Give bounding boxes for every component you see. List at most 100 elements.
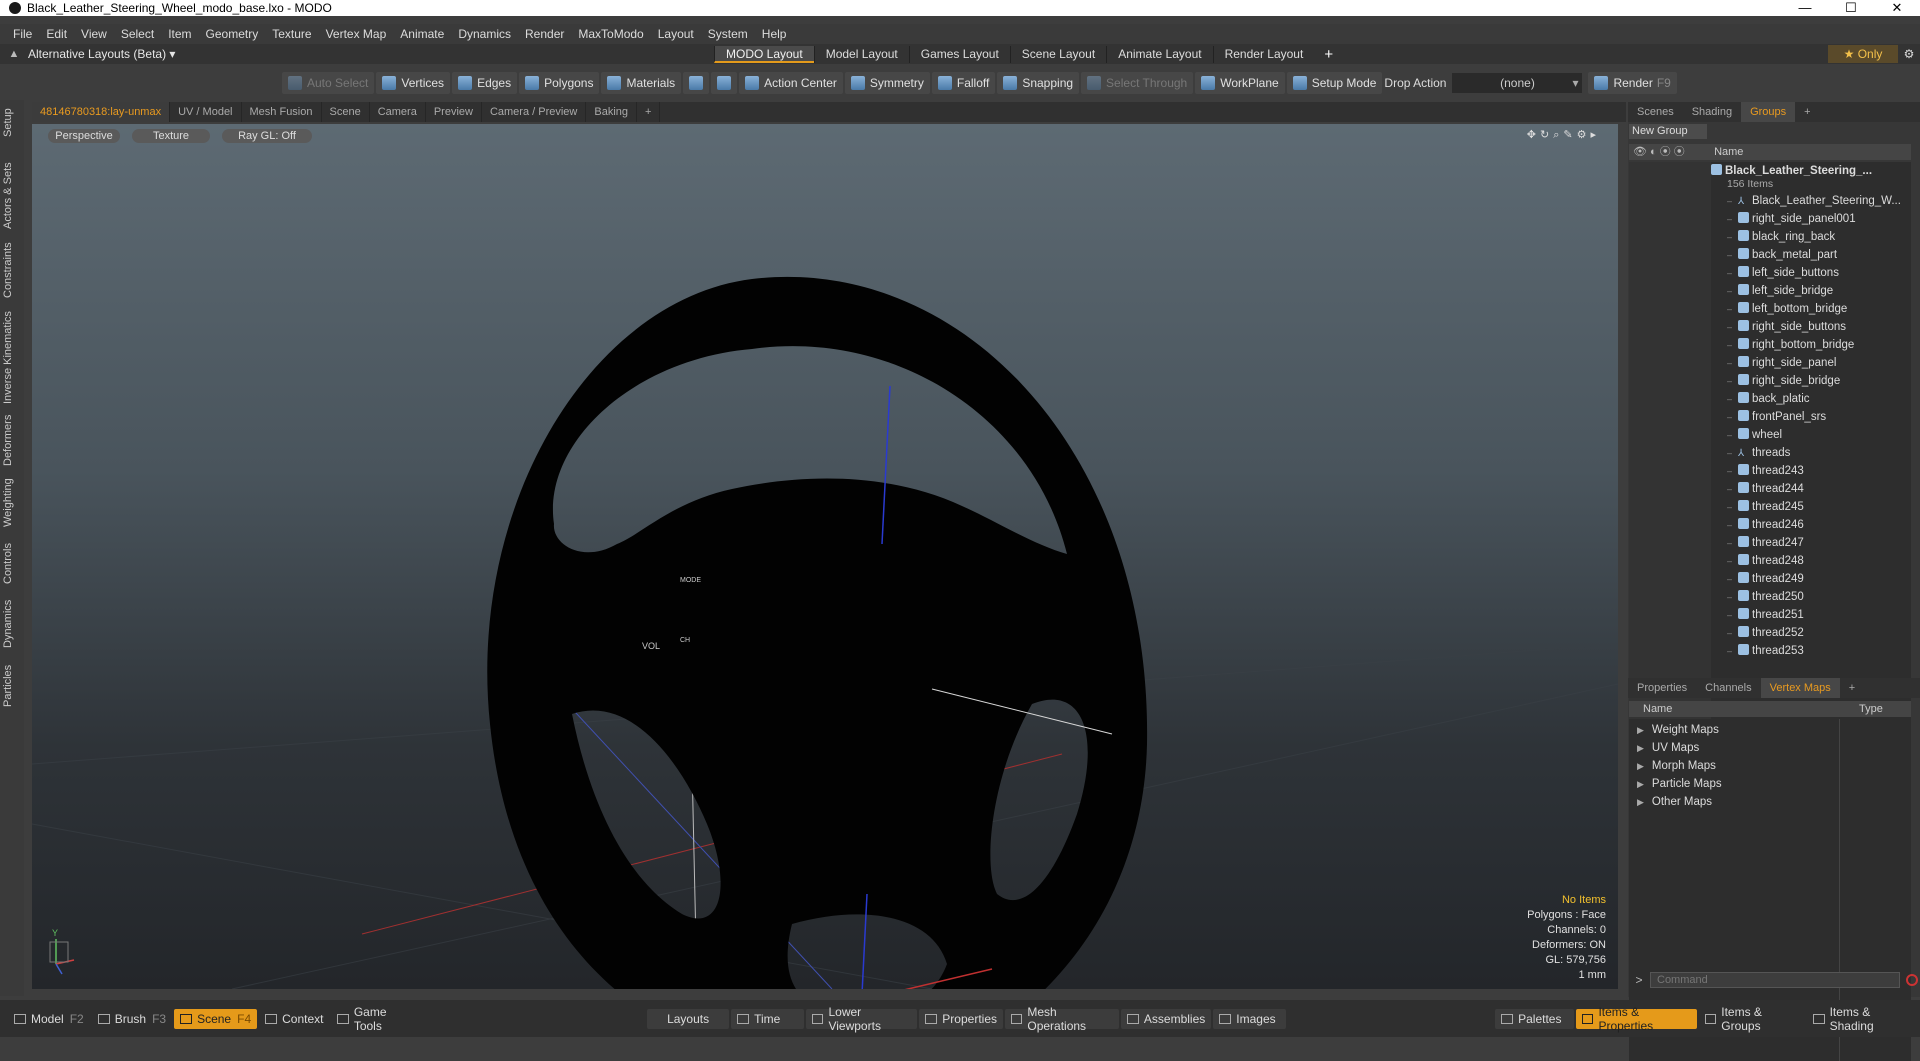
tab-model-layout[interactable]: Model Layout [813,45,909,63]
vtab-setup[interactable]: Setup [2,106,22,140]
polygons-button[interactable]: Polygons [519,72,600,94]
assemblies-button[interactable]: Assemblies [1120,1008,1212,1029]
tab-baking[interactable]: Baking [586,102,638,122]
tab-properties[interactable]: Properties [1628,678,1696,698]
menu-edit[interactable]: Edit [39,24,74,44]
add-props-tab-button[interactable]: + [1840,678,1864,698]
vm-name-header[interactable]: Name [1643,701,1672,717]
tab-vertex-maps[interactable]: Vertex Maps [1760,678,1840,698]
group-item-row[interactable]: – thread251 [1727,606,1804,624]
snapping-button[interactable]: Snapping [997,72,1080,94]
group-item-row[interactable]: – left_side_buttons [1727,264,1839,282]
render-button[interactable]: Render F9 [1588,72,1677,94]
context-button[interactable]: Context [259,1009,329,1029]
select-mode-button-b[interactable] [711,72,738,94]
lower-viewports-button[interactable]: Lower Viewports [806,1005,918,1033]
name-column-header[interactable]: Name [1714,146,1743,158]
group-item-row[interactable]: – thread243 [1727,462,1804,480]
group-item-row[interactable]: – left_bottom_bridge [1727,300,1847,318]
symmetry-button[interactable]: Symmetry [844,72,930,94]
group-item-row[interactable]: – thread244 [1727,480,1804,498]
group-item-row[interactable]: – thread249 [1727,570,1804,588]
select-mode-button-a[interactable] [683,72,710,94]
command-input[interactable] [1650,972,1900,988]
group-item-row[interactable]: – left_side_bridge [1727,282,1833,300]
tab-shading[interactable]: Shading [1683,102,1741,122]
drop-action-select[interactable]: (none) [1452,73,1583,93]
vm-particle-maps[interactable]: ▶ Particle Maps [1637,775,1722,793]
properties-button[interactable]: Properties [919,1008,1003,1029]
vm-morph-maps[interactable]: ▶ Morph Maps [1637,757,1716,775]
group-item-row[interactable]: – thread250 [1727,588,1804,606]
group-item-row[interactable]: – thread248 [1727,552,1804,570]
group-item-row[interactable]: – frontPanel_srs [1727,408,1826,426]
tab-lay-unmax[interactable]: 48146780318:lay-unmax [32,102,171,122]
vtab-dynamics[interactable]: Dynamics [2,596,22,652]
tab-uv-model[interactable]: UV / Model [170,102,242,122]
expand-triangle-icon[interactable]: ▶ [1637,761,1644,771]
menu-select[interactable]: Select [114,24,161,44]
menu-dynamics[interactable]: Dynamics [451,24,518,44]
menu-texture[interactable]: Texture [265,24,318,44]
tab-channels[interactable]: Channels [1696,678,1760,698]
vtab-constraints[interactable]: Constraints [2,240,22,300]
tab-camera[interactable]: Camera [370,102,426,122]
tab-render-layout[interactable]: Render Layout [1212,45,1315,63]
edges-button[interactable]: Edges [452,72,518,94]
expand-triangle-icon[interactable]: ▶ [1637,797,1644,807]
vtab-particles[interactable]: Particles [2,660,22,712]
group-item-row[interactable]: – right_side_bridge [1727,372,1840,390]
group-item-row[interactable]: – right_side_panel001 [1727,210,1856,228]
action-center-button[interactable]: Action Center [739,72,843,94]
items-shading-button[interactable]: Items & Shading [1807,1005,1918,1033]
menu-view[interactable]: View [74,24,114,44]
vm-other-maps[interactable]: ▶ Other Maps [1637,793,1712,811]
vm-type-header[interactable]: Type [1859,701,1883,717]
group-item-row[interactable]: – right_side_panel [1727,354,1836,372]
only-toggle-button[interactable]: ★ Only [1828,45,1898,63]
vm-uv-maps[interactable]: ▶ UV Maps [1637,739,1699,757]
add-viewport-tab-button[interactable]: + [637,102,661,122]
group-item-row[interactable]: – black_ring_back [1727,228,1835,246]
tab-animate-layout[interactable]: Animate Layout [1106,45,1212,63]
workplane-button[interactable]: WorkPlane [1195,72,1285,94]
tab-scene-layout[interactable]: Scene Layout [1009,45,1106,63]
scene-button[interactable]: Scene F4 [174,1008,258,1029]
menu-maxtomodo[interactable]: MaxToModo [571,24,650,44]
maximize-button[interactable]: ☐ [1828,0,1874,16]
vtab-inverse-kinematics[interactable]: Inverse Kinematics [2,310,22,405]
brush-button[interactable]: Brush F3 [92,1009,172,1029]
items-groups-button[interactable]: Items & Groups [1699,1005,1805,1033]
group-item-row[interactable]: – thread252 [1727,624,1804,642]
time-button[interactable]: Time [731,1008,805,1029]
setup-mode-button[interactable]: Setup Mode [1286,72,1383,94]
group-item-row[interactable]: – right_side_buttons [1727,318,1846,336]
expand-triangle-icon[interactable]: ▶ [1637,743,1644,753]
menu-item[interactable]: Item [161,24,198,44]
group-item-row[interactable]: – right_bottom_bridge [1727,336,1854,354]
model-button[interactable]: Model F2 [8,1009,90,1029]
mesh-operations-button[interactable]: Mesh Operations [1005,1005,1119,1033]
images-button[interactable]: Images [1213,1008,1287,1029]
tab-mesh-fusion[interactable]: Mesh Fusion [242,102,322,122]
vm-weight-maps[interactable]: ▶ Weight Maps [1637,721,1719,739]
new-group-button[interactable]: New Group [1629,124,1707,139]
expand-triangle-icon[interactable]: ▶ [1637,725,1644,735]
group-item-row[interactable]: – ⅄ threads [1727,444,1790,462]
menu-system[interactable]: System [701,24,755,44]
tab-camera-preview[interactable]: Camera / Preview [482,102,587,122]
menu-geometry[interactable]: Geometry [199,24,266,44]
vtab-deformers[interactable]: Deformers [2,412,22,468]
menu-vertex-map[interactable]: Vertex Map [319,24,394,44]
collapse-up-icon[interactable]: ▲ [0,48,28,60]
menu-render[interactable]: Render [518,24,571,44]
record-icon[interactable] [1906,974,1918,986]
tab-scenes[interactable]: Scenes [1628,102,1683,122]
alternative-layouts-dropdown[interactable]: Alternative Layouts (Beta) ▾ [28,47,714,61]
vtab-weighting[interactable]: Weighting [2,475,22,531]
menu-help[interactable]: Help [755,24,794,44]
game-tools-button[interactable]: Game Tools [331,1005,419,1033]
menu-layout[interactable]: Layout [651,24,701,44]
group-item-row[interactable]: – thread246 [1727,516,1804,534]
3d-viewport[interactable]: Perspective Texture Ray GL: Off ✥↻⌕✎⚙▸ M… [32,124,1618,989]
